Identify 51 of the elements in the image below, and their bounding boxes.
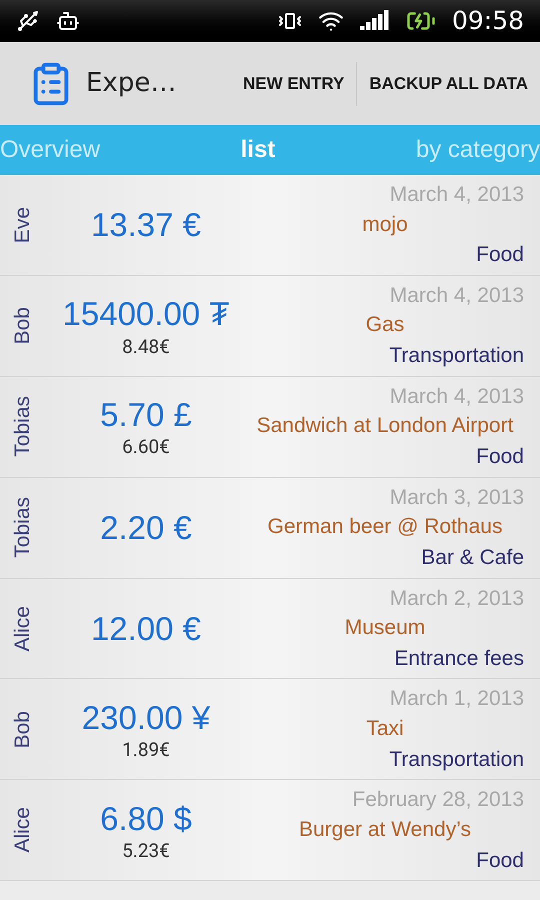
person-name: Alice <box>10 807 36 853</box>
entry-category: Transportation <box>389 343 524 370</box>
entry-category: Food <box>476 848 524 874</box>
entry-date: February 28, 2013 <box>352 787 524 814</box>
person-name: Tobias <box>10 396 36 458</box>
entry-date: March 3, 2013 <box>390 484 524 511</box>
entry-description: Museum <box>344 615 426 641</box>
entry-description: mojo <box>361 212 409 238</box>
action-button[interactable]: BACKUP ALL DATA <box>357 42 540 125</box>
entry-description: German beer @ Rothaus <box>266 514 504 540</box>
clock: 09:58 <box>452 5 524 38</box>
converted-amount: 6.60€ <box>122 435 170 460</box>
usb-icon <box>16 9 40 33</box>
entry-description: Burger at Wendy’s <box>298 816 472 843</box>
entry-description: Gas <box>364 312 406 338</box>
person-name: Bob <box>10 710 36 748</box>
entry-category: Bar & Cafe <box>421 545 524 571</box>
person-name: Bob <box>10 307 36 344</box>
converted-amount: 8.48€ <box>122 334 170 358</box>
amount: 12.00 € <box>90 608 202 649</box>
converted-amount: 5.23€ <box>122 838 170 863</box>
person-name: Alice <box>10 606 36 652</box>
entry-category: Food <box>476 242 524 268</box>
amount: 5.70 £ <box>100 395 192 436</box>
expense-row[interactable]: Bob 230.00 ¥ 1.89€ March 1, 2013 Taxi Transportation <box>0 679 540 780</box>
expense-row[interactable]: Alice 12.00 € March 2, 2013 Museum Entrance fees <box>0 578 540 680</box>
entry-description: Taxi <box>365 716 405 742</box>
entry-category: Food <box>476 444 524 470</box>
amount: 2.20 € <box>100 508 192 548</box>
expense-row[interactable]: Tobias 5.70 £ 6.60€ March 4, 2013 Sandwich at London Airport Food <box>0 376 540 478</box>
expense-row[interactable]: Eve 13.37 € March 4, 2013 mojo Food <box>0 175 540 276</box>
expense-row[interactable]: Alice 6.80 $ 5.23€ February 28, 2013 Burger at Wendy’s Food <box>0 780 540 882</box>
entry-date: March 1, 2013 <box>390 686 524 712</box>
app-title: Expe… <box>86 67 176 100</box>
entry-category: Transportation <box>389 746 524 773</box>
person-name: Eve <box>10 206 36 244</box>
entry-category: Entrance fees <box>394 646 524 672</box>
action-button[interactable]: NEW ENTRY <box>230 42 356 125</box>
amount: 6.80 $ <box>100 798 192 839</box>
entry-date: March 4, 2013 <box>390 282 524 309</box>
person-name: Tobias <box>10 497 36 558</box>
entry-date: March 4, 2013 <box>390 182 524 208</box>
amount: 230.00 ¥ <box>82 698 210 738</box>
amount: 15400.00 ₮ <box>62 294 230 334</box>
amount: 13.37 € <box>90 205 202 246</box>
entry-description: Sandwich at London Airport <box>256 413 514 440</box>
converted-amount: 1.89€ <box>122 738 170 762</box>
entry-date: March 4, 2013 <box>390 384 524 410</box>
signal-icon <box>360 10 390 32</box>
expense-row[interactable]: Tobias 2.20 € March 3, 2013 German beer @ Rothaus Bar & Cafe <box>0 478 540 578</box>
entry-date: March 2, 2013 <box>390 586 524 612</box>
